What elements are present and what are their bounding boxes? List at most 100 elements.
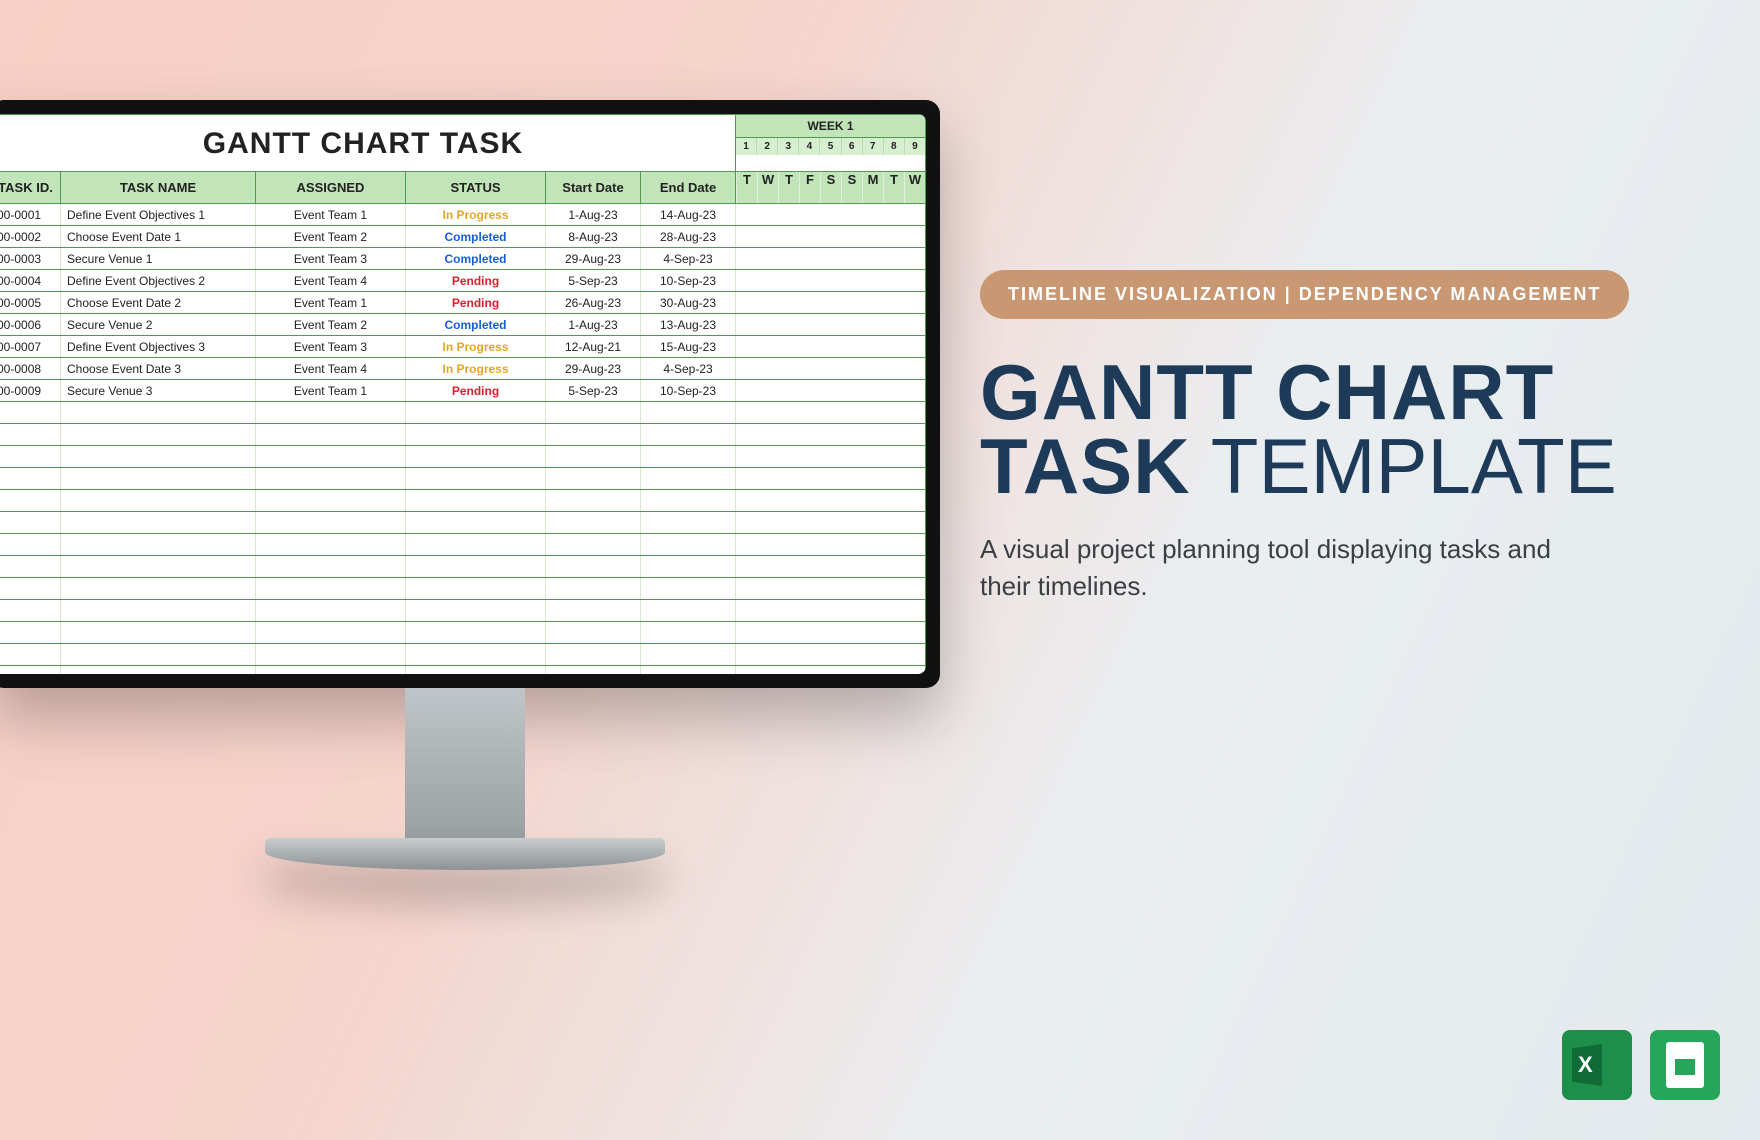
empty-cell[interactable] (0, 402, 61, 423)
empty-cell[interactable] (641, 578, 736, 599)
empty-cell[interactable] (256, 600, 406, 621)
empty-cell[interactable] (641, 512, 736, 533)
cell-status[interactable]: Completed (406, 226, 546, 247)
empty-cell[interactable] (641, 666, 736, 674)
cell-task-name[interactable]: Secure Venue 1 (61, 248, 256, 269)
empty-cell[interactable] (61, 666, 256, 674)
table-row-empty[interactable] (0, 446, 926, 468)
empty-cell[interactable] (546, 468, 641, 489)
empty-cell[interactable] (0, 446, 61, 467)
empty-cell[interactable] (641, 424, 736, 445)
empty-cell[interactable] (0, 600, 61, 621)
empty-cell[interactable] (546, 534, 641, 555)
cell-start-date[interactable]: 29-Aug-23 (546, 248, 641, 269)
empty-cell[interactable] (406, 512, 546, 533)
empty-cell[interactable] (61, 556, 256, 577)
empty-cell[interactable] (406, 622, 546, 643)
cell-status[interactable]: Pending (406, 270, 546, 291)
empty-cell[interactable] (256, 402, 406, 423)
table-row[interactable]: 00-0009Secure Venue 3Event Team 1Pending… (0, 380, 926, 402)
empty-cell[interactable] (256, 424, 406, 445)
cell-task-id[interactable]: 00-0009 (0, 380, 61, 401)
cell-task-id[interactable]: 00-0001 (0, 204, 61, 225)
table-row-empty[interactable] (0, 666, 926, 674)
table-row[interactable]: 00-0006Secure Venue 2Event Team 2Complet… (0, 314, 926, 336)
cell-end-date[interactable]: 13-Aug-23 (641, 314, 736, 335)
table-row-empty[interactable] (0, 556, 926, 578)
empty-cell[interactable] (256, 534, 406, 555)
empty-cell[interactable] (641, 622, 736, 643)
cell-start-date[interactable]: 1-Aug-23 (546, 204, 641, 225)
empty-cell[interactable] (61, 512, 256, 533)
empty-cell[interactable] (0, 556, 61, 577)
excel-icon[interactable] (1562, 1030, 1632, 1100)
empty-cell[interactable] (61, 622, 256, 643)
empty-cell[interactable] (406, 600, 546, 621)
empty-cell[interactable] (406, 556, 546, 577)
cell-assigned[interactable]: Event Team 3 (256, 248, 406, 269)
empty-cell[interactable] (406, 534, 546, 555)
table-row-empty[interactable] (0, 402, 926, 424)
table-row[interactable]: 00-0003Secure Venue 1Event Team 3Complet… (0, 248, 926, 270)
cell-task-id[interactable]: 00-0008 (0, 358, 61, 379)
cell-task-id[interactable]: 00-0003 (0, 248, 61, 269)
empty-cell[interactable] (256, 446, 406, 467)
empty-cell[interactable] (256, 622, 406, 643)
cell-assigned[interactable]: Event Team 4 (256, 270, 406, 291)
table-row-empty[interactable] (0, 468, 926, 490)
empty-cell[interactable] (256, 644, 406, 665)
cell-end-date[interactable]: 4-Sep-23 (641, 248, 736, 269)
empty-cell[interactable] (61, 424, 256, 445)
empty-cell[interactable] (406, 490, 546, 511)
google-sheets-icon[interactable] (1650, 1030, 1720, 1100)
cell-status[interactable]: Completed (406, 314, 546, 335)
cell-task-id[interactable]: 00-0007 (0, 336, 61, 357)
empty-cell[interactable] (0, 468, 61, 489)
empty-cell[interactable] (61, 578, 256, 599)
table-row[interactable]: 00-0005Choose Event Date 2Event Team 1Pe… (0, 292, 926, 314)
empty-cell[interactable] (641, 556, 736, 577)
table-row[interactable]: 00-0008Choose Event Date 3Event Team 4In… (0, 358, 926, 380)
cell-start-date[interactable]: 1-Aug-23 (546, 314, 641, 335)
cell-task-id[interactable]: 00-0006 (0, 314, 61, 335)
table-row-empty[interactable] (0, 622, 926, 644)
table-row-empty[interactable] (0, 490, 926, 512)
cell-start-date[interactable]: 26-Aug-23 (546, 292, 641, 313)
empty-cell[interactable] (0, 666, 61, 674)
empty-cell[interactable] (641, 600, 736, 621)
empty-cell[interactable] (256, 578, 406, 599)
cell-task-name[interactable]: Define Event Objectives 2 (61, 270, 256, 291)
cell-status[interactable]: Pending (406, 380, 546, 401)
empty-cell[interactable] (256, 556, 406, 577)
table-row-empty[interactable] (0, 512, 926, 534)
cell-task-id[interactable]: 00-0004 (0, 270, 61, 291)
empty-cell[interactable] (61, 534, 256, 555)
cell-start-date[interactable]: 5-Sep-23 (546, 380, 641, 401)
cell-assigned[interactable]: Event Team 1 (256, 292, 406, 313)
cell-assigned[interactable]: Event Team 1 (256, 204, 406, 225)
empty-cell[interactable] (61, 600, 256, 621)
cell-end-date[interactable]: 4-Sep-23 (641, 358, 736, 379)
empty-cell[interactable] (61, 446, 256, 467)
cell-task-id[interactable]: 00-0005 (0, 292, 61, 313)
empty-cell[interactable] (406, 402, 546, 423)
cell-start-date[interactable]: 29-Aug-23 (546, 358, 641, 379)
empty-cell[interactable] (546, 424, 641, 445)
empty-cell[interactable] (0, 490, 61, 511)
empty-cell[interactable] (641, 446, 736, 467)
cell-status[interactable]: In Progress (406, 358, 546, 379)
table-row[interactable]: 00-0004Define Event Objectives 2Event Te… (0, 270, 926, 292)
empty-cell[interactable] (256, 666, 406, 674)
empty-cell[interactable] (406, 424, 546, 445)
cell-task-name[interactable]: Choose Event Date 1 (61, 226, 256, 247)
table-row-empty[interactable] (0, 424, 926, 446)
empty-cell[interactable] (546, 666, 641, 674)
empty-cell[interactable] (0, 512, 61, 533)
empty-cell[interactable] (641, 490, 736, 511)
table-row-empty[interactable] (0, 600, 926, 622)
table-row-empty[interactable] (0, 534, 926, 556)
empty-cell[interactable] (546, 446, 641, 467)
empty-cell[interactable] (0, 578, 61, 599)
empty-cell[interactable] (61, 644, 256, 665)
empty-cell[interactable] (546, 622, 641, 643)
